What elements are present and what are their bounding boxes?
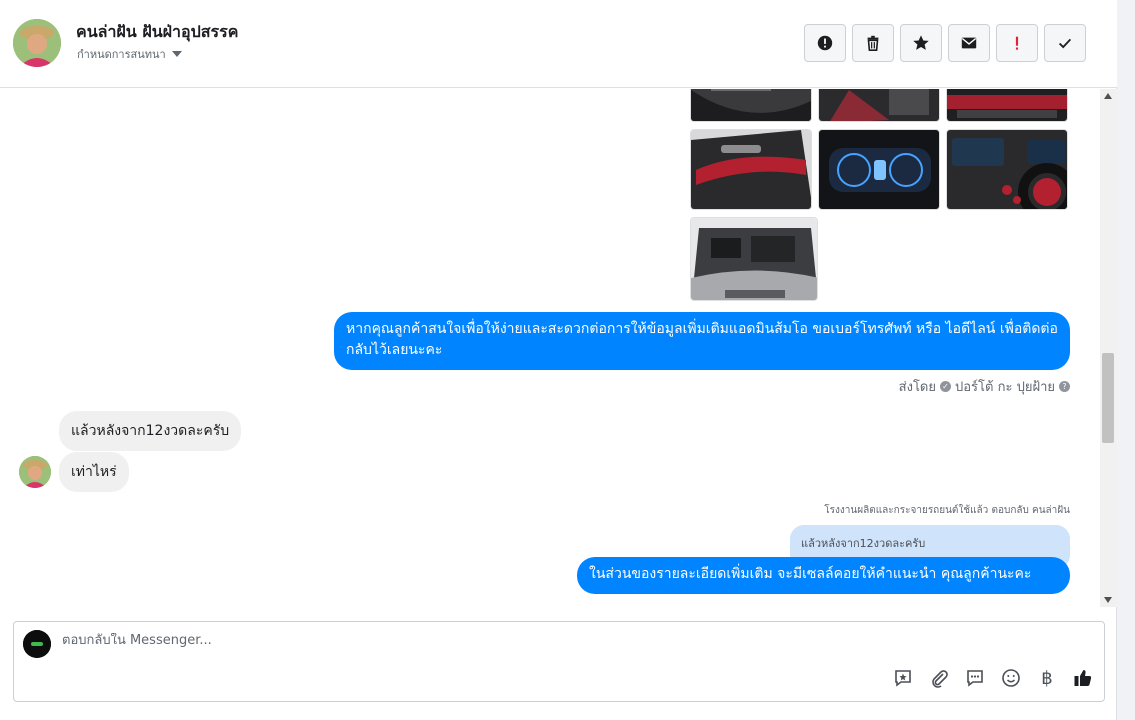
mark-unread-button[interactable] [948, 24, 990, 62]
car-photo-door-panel[interactable] [690, 129, 812, 210]
saved-reply-button[interactable] [892, 667, 914, 689]
contact-name[interactable]: คนล่าฝัน ฝันฝ่าอุปสรรค [76, 20, 238, 45]
inbox-conversation-panel: คนล่าฝัน ฝันฝ่าอุปสรรค กำหนดการสนทนา หาก… [0, 0, 1117, 720]
incoming-message[interactable]: เท่าไหร่ [59, 452, 129, 492]
reply-input[interactable] [62, 633, 762, 648]
car-photo-engine-bay[interactable] [690, 217, 818, 301]
star-icon [913, 35, 929, 50]
smiley-icon [1002, 669, 1020, 687]
car-photo-interior-1[interactable] [690, 89, 812, 122]
contact-avatar-small [19, 456, 51, 488]
conversation-actions [804, 24, 1086, 62]
mark-done-button[interactable] [1044, 24, 1086, 62]
like-button[interactable] [1072, 667, 1094, 689]
conversation-header: คนล่าฝัน ฝันฝ่าอุปสรรค กำหนดการสนทนา [0, 0, 1117, 88]
star-button[interactable] [900, 24, 942, 62]
trash-icon [867, 35, 879, 52]
chat-bubble-icon [967, 670, 983, 687]
payment-button[interactable]: ฿ [1036, 667, 1058, 689]
emoji-button[interactable] [1000, 667, 1022, 689]
attach-button[interactable] [928, 667, 950, 689]
saved-reply-icon [895, 670, 911, 687]
car-photo-interior-2[interactable] [818, 89, 940, 122]
message-composer: ฿ [13, 621, 1105, 702]
sent-by-text: ส่งโดย [898, 380, 936, 395]
thumbs-up-icon [1074, 670, 1092, 686]
follow-up-button[interactable] [996, 24, 1038, 62]
check-icon [1058, 38, 1072, 49]
scrollbar-thumb[interactable] [1102, 353, 1114, 443]
car-photo-steering-wheel[interactable] [946, 129, 1068, 210]
paperclip-icon [932, 670, 948, 688]
outgoing-message[interactable]: หากคุณลูกค้าสนใจเพื่อให้ง่ายและสะดวกต่อก… [334, 312, 1070, 370]
exclamation-icon [1015, 36, 1019, 50]
contact-avatar[interactable] [13, 19, 61, 67]
scroll-down-arrow-icon[interactable] [1104, 597, 1112, 603]
assign-label: กำหนดการสนทนา [77, 48, 166, 61]
alert-circle-icon [817, 35, 833, 51]
caret-down-icon [171, 51, 182, 57]
mark-spam-button[interactable] [804, 24, 846, 62]
envelope-icon [961, 37, 977, 49]
car-photo-instrument-cluster[interactable] [818, 129, 940, 210]
car-photo-interior-3[interactable] [946, 89, 1068, 122]
chat-plugin-button[interactable] [964, 667, 986, 689]
delete-button[interactable] [852, 24, 894, 62]
reply-context-label: โรงงานผลิตและกระจายรถยนต์ใช้แล้ว ตอบกลับ… [824, 505, 1070, 516]
assign-conversation-dropdown[interactable]: กำหนดการสนทนา [77, 45, 182, 63]
sent-by-label: ส่งโดย ✓ ปอร์โต้ กะ ปุยฝ้าย ? [899, 376, 1070, 397]
sender-name[interactable]: ปอร์โต้ กะ ปุยฝ้าย [955, 376, 1055, 397]
page-verified-icon: ✓ [940, 381, 951, 392]
help-icon[interactable]: ? [1059, 381, 1070, 392]
composer-tools: ฿ [892, 667, 1094, 689]
page-avatar [23, 630, 51, 658]
baht-icon: ฿ [1041, 667, 1053, 689]
message-thread: หากคุณลูกค้าสนใจเพื่อให้ง่ายและสะดวกต่อก… [0, 89, 1100, 607]
outgoing-message[interactable]: ในส่วนของรายละเอียดเพิ่มเติม จะมีเซลล์คอ… [577, 557, 1070, 594]
thread-scrollbar[interactable] [1100, 89, 1117, 607]
incoming-message[interactable]: แล้วหลังจาก12งวดละครับ [59, 411, 242, 451]
scroll-up-arrow-icon[interactable] [1104, 93, 1112, 99]
